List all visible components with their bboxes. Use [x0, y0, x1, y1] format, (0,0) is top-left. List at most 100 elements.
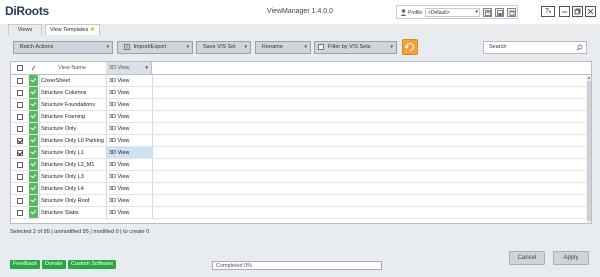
- status-check-icon: [29, 75, 38, 86]
- tab-views[interactable]: Views: [8, 24, 42, 35]
- column-divider: [106, 135, 107, 146]
- view-type-cell[interactable]: 3D View: [109, 114, 129, 120]
- vertical-scrollbar[interactable]: ▲: [586, 75, 591, 223]
- donate-button[interactable]: Donate: [42, 260, 66, 269]
- refresh-button[interactable]: [402, 39, 418, 55]
- status-check-icon: [29, 183, 38, 194]
- table-row[interactable]: Structure Only L0 Parking 3D View: [11, 135, 588, 147]
- view-name-cell[interactable]: Structure Columns: [41, 90, 87, 96]
- table-row[interactable]: Structure Only Roof 3D View: [11, 195, 588, 207]
- row-checkbox[interactable]: [17, 198, 23, 204]
- column-header-view-name[interactable]: View Name: [58, 65, 86, 71]
- apply-button[interactable]: Apply: [553, 251, 589, 265]
- column-divider: [106, 111, 107, 122]
- minimize-button[interactable]: [559, 6, 570, 17]
- view-name-cell[interactable]: Structure Only L0 Parking: [41, 138, 104, 144]
- column-divider: [152, 75, 153, 86]
- view-type-cell[interactable]: 3D View: [109, 90, 129, 96]
- help-button[interactable]: ?▾: [541, 6, 555, 17]
- table-row[interactable]: Structure Only L1 3D View: [11, 147, 588, 159]
- search-input[interactable]: Search: [483, 41, 587, 54]
- row-checkbox[interactable]: [17, 138, 23, 144]
- view-type-cell[interactable]: 3D View: [109, 162, 129, 168]
- table-row[interactable]: Structure Foundations 3D View: [11, 99, 588, 111]
- profile-save-button[interactable]: [495, 8, 504, 17]
- batch-actions-dropdown[interactable]: Batch Actions ▾: [13, 41, 113, 54]
- table-row[interactable]: Structure Only L2_M1 3D View: [11, 159, 588, 171]
- filter-by-vs-sets-dropdown[interactable]: Filter by V/S Sets ▾: [314, 41, 397, 54]
- view-name-cell[interactable]: CoverSheet: [41, 78, 70, 84]
- rename-dropdown[interactable]: Rename ▾: [255, 41, 311, 54]
- view-type-cell[interactable]: 3D View: [109, 198, 129, 204]
- column-divider: [106, 123, 107, 134]
- close-button[interactable]: [585, 6, 596, 17]
- column-divider: [106, 75, 107, 86]
- table-row[interactable]: Structure Slabs 3D View: [11, 207, 588, 219]
- filter-checkbox[interactable]: [318, 44, 324, 50]
- pencil-icon: [31, 65, 36, 71]
- column-divider: [152, 147, 153, 158]
- search-icon: [576, 44, 583, 51]
- view-name-cell[interactable]: Structure Only Roof: [41, 198, 89, 204]
- row-checkbox[interactable]: [17, 150, 23, 156]
- row-checkbox[interactable]: [17, 78, 23, 84]
- profile-dropdown[interactable]: <Default> ▾: [425, 8, 480, 17]
- view-type-cell[interactable]: 3D View: [109, 138, 129, 144]
- scroll-up-icon[interactable]: ▲: [587, 75, 591, 80]
- maximize-button[interactable]: [572, 6, 583, 17]
- table-row[interactable]: CoverSheet 3D View: [11, 75, 588, 87]
- import-export-dropdown[interactable]: Import/Export ▾: [117, 41, 193, 54]
- column-divider: [152, 159, 153, 170]
- custom-software-button[interactable]: Custom Software: [68, 260, 117, 269]
- tab-view-templates[interactable]: View Templates ★: [45, 24, 100, 35]
- view-name-cell[interactable]: Structure Foundations: [41, 102, 95, 108]
- status-check-icon: [29, 195, 38, 206]
- profile-refresh-button[interactable]: [483, 8, 492, 17]
- row-checkbox[interactable]: [17, 210, 23, 216]
- row-checkbox[interactable]: [17, 162, 23, 168]
- table-row[interactable]: Structure Columns 3D View: [11, 87, 588, 99]
- view-name-cell[interactable]: Structure Framing: [41, 114, 85, 120]
- view-name-cell[interactable]: Structure Only L4: [41, 186, 84, 192]
- chevron-down-icon: ▾: [244, 44, 247, 50]
- view-type-cell[interactable]: 3D View: [109, 150, 129, 156]
- user-icon: [400, 9, 407, 16]
- view-name-cell[interactable]: Structure Only L2_M1: [41, 162, 95, 168]
- view-type-cell[interactable]: 3D View: [109, 186, 129, 192]
- chevron-down-icon: ▾: [304, 44, 307, 50]
- view-type-cell[interactable]: 3D View: [109, 102, 129, 108]
- status-text: Selected 2 of 95 | unmodified 95 | modif…: [10, 229, 150, 235]
- view-name-cell[interactable]: Structure Only: [41, 126, 76, 132]
- restore-icon: [574, 8, 581, 15]
- save-vs-set-dropdown[interactable]: Save V/S Set ▾: [196, 41, 251, 54]
- column-header-view-type[interactable]: 3D View ▾: [106, 62, 152, 74]
- column-divider: [152, 183, 153, 194]
- feedback-button[interactable]: Feedback: [10, 260, 41, 269]
- view-name-cell[interactable]: Structure Slabs: [41, 210, 79, 216]
- row-checkbox[interactable]: [17, 186, 23, 192]
- batch-actions-label: Batch Actions: [20, 44, 54, 50]
- row-checkbox[interactable]: [17, 126, 23, 132]
- row-checkbox[interactable]: [17, 174, 23, 180]
- view-type-cell[interactable]: 3D View: [109, 78, 129, 84]
- row-checkbox[interactable]: [17, 102, 23, 108]
- select-all-checkbox[interactable]: [17, 65, 23, 71]
- table-row[interactable]: Structure Only 3D View: [11, 123, 588, 135]
- row-checkbox[interactable]: [17, 90, 23, 96]
- view-type-cell[interactable]: 3D View: [109, 126, 129, 132]
- table-row[interactable]: Structure Only L4 3D View: [11, 183, 588, 195]
- chevron-down-icon: ▾: [106, 44, 109, 50]
- view-type-cell[interactable]: 3D View: [109, 210, 129, 216]
- column-header-label: 3D View: [109, 65, 130, 71]
- grid-header: View Name 3D View ▾: [11, 62, 591, 75]
- table-row[interactable]: Structure Framing 3D View: [11, 111, 588, 123]
- table-row[interactable]: Structure Only L3 3D View: [11, 171, 588, 183]
- row-checkbox[interactable]: [17, 114, 23, 120]
- view-name-cell[interactable]: Structure Only L1: [41, 150, 84, 156]
- cancel-button[interactable]: Cancel: [509, 251, 545, 265]
- chevron-down-icon: ▾: [186, 44, 189, 50]
- profile-delete-button[interactable]: [507, 8, 516, 17]
- view-name-cell[interactable]: Structure Only L3: [41, 174, 84, 180]
- view-type-cell[interactable]: 3D View: [109, 174, 129, 180]
- scroll-thumb[interactable]: [587, 81, 591, 221]
